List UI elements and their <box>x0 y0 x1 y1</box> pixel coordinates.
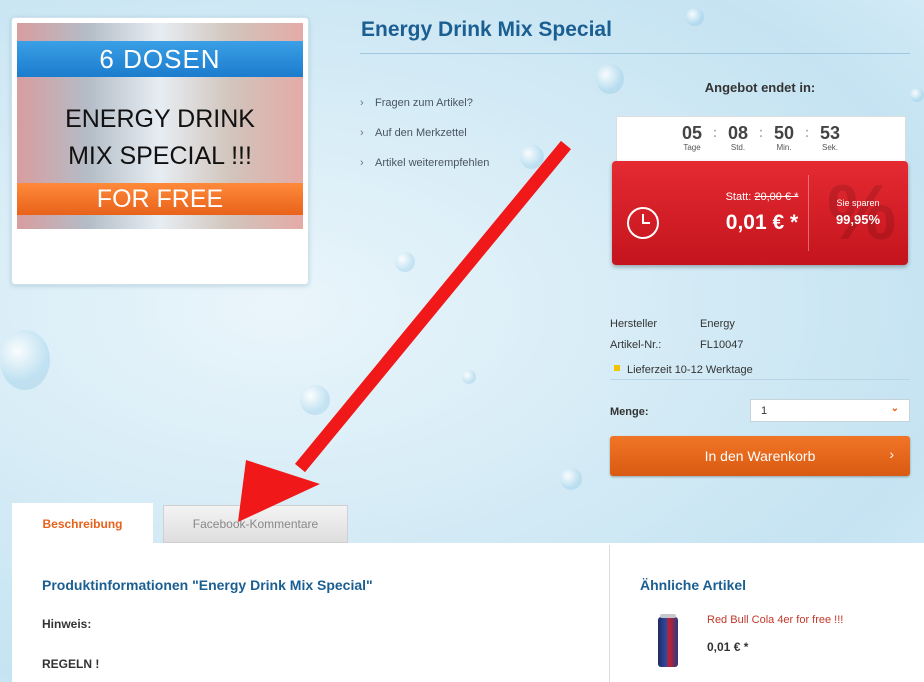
promo-headline-line1: ENERGY DRINK <box>65 105 255 133</box>
delivery-status: Lieferzeit 10-12 Werktage <box>610 361 910 380</box>
tab-description[interactable]: Beschreibung <box>12 503 153 545</box>
promo-headline: ENERGY DRINK MIX SPECIAL !!! <box>17 101 303 175</box>
product-title: Energy Drink Mix Special <box>361 18 612 41</box>
chevron-right-icon: › <box>360 127 364 139</box>
similar-product-image[interactable] <box>658 614 678 667</box>
add-to-cart-button[interactable]: In den Warenkorb › <box>610 436 910 476</box>
promo-bottom-banner: FOR FREE <box>17 183 303 215</box>
manufacturer-label: Hersteller <box>610 318 658 330</box>
old-price-value: 20,00 € * <box>754 191 799 203</box>
countdown-minutes: 50 Min. <box>764 123 804 152</box>
price-divider <box>808 175 809 251</box>
background-bubble <box>462 370 476 384</box>
product-promo-graphic: 6 DOSEN ENERGY DRINK MIX SPECIAL !!! FOR… <box>17 23 303 229</box>
tab-facebook-comments[interactable]: Facebook-Kommentare <box>163 505 348 543</box>
background-bubble <box>520 145 544 169</box>
delivery-time: Lieferzeit 10-12 Werktage <box>627 364 753 376</box>
offer-countdown: 05 Tage : 08 Std. : 50 Min. : 53 Sek. <box>616 116 906 162</box>
countdown-seconds-label: Sek. <box>821 143 838 152</box>
background-bubble <box>686 8 704 26</box>
promo-headline-line2: MIX SPECIAL !!! <box>68 142 252 170</box>
recommend-article-link[interactable]: › Artikel weiterempfehlen <box>360 148 489 178</box>
quantity-label: Menge: <box>610 406 649 418</box>
countdown-hours-label: Std. <box>730 143 746 152</box>
recommend-article-label: Artikel weiterempfehlen <box>375 157 490 169</box>
content-divider <box>609 545 610 682</box>
quantity-selected-value: 1 <box>761 404 768 417</box>
add-to-wishlist-label: Auf den Merkzettel <box>375 127 467 139</box>
savings-value: 99,95% <box>835 212 881 227</box>
countdown-days-value: 05 <box>681 123 703 143</box>
quantity-select[interactable]: 1 ⌄ <box>750 399 910 422</box>
product-image[interactable]: 6 DOSEN ENERGY DRINK MIX SPECIAL !!! FOR… <box>11 17 309 285</box>
sku-row: Artikel-Nr.: FL10047 <box>610 339 743 360</box>
ask-question-label: Fragen zum Artikel? <box>375 97 473 109</box>
hint-heading: Hinweis: <box>42 617 92 631</box>
price-box: Statt: 20,00 € * 0,01 € * % Sie sparen 9… <box>612 161 908 265</box>
background-bubble <box>910 88 924 102</box>
similar-articles-title: Ähnliche Artikel <box>640 577 747 593</box>
sku-value: FL10047 <box>700 339 744 351</box>
similar-product-price: 0,01 € * <box>707 640 749 654</box>
tab-content-panel <box>12 543 924 682</box>
old-price-prefix: Statt: <box>725 191 752 203</box>
chevron-right-icon: › <box>360 97 364 109</box>
product-action-links: › Fragen zum Artikel? › Auf den Merkzett… <box>360 88 489 178</box>
similar-product-name[interactable]: Red Bull Cola 4er for free !!! <box>707 614 843 626</box>
ask-question-link[interactable]: › Fragen zum Artikel? <box>360 88 489 118</box>
sku-label: Artikel-Nr.: <box>610 339 662 351</box>
product-meta: Hersteller Energy Artikel-Nr.: FL10047 <box>610 318 743 360</box>
countdown-hours-value: 08 <box>727 123 749 143</box>
savings-label: Sie sparen <box>836 198 880 208</box>
promo-top-banner: 6 DOSEN <box>17 41 303 77</box>
countdown-days-label: Tage <box>683 143 701 152</box>
manufacturer-value: Energy <box>700 318 735 330</box>
background-bubble <box>395 252 415 272</box>
offer-ends-heading: Angebot endet in: <box>704 80 816 95</box>
countdown-hours: 08 Std. <box>718 123 758 152</box>
chevron-right-icon: › <box>889 446 894 462</box>
background-bubble <box>560 468 582 490</box>
annotation-arrow-shaft <box>294 140 572 473</box>
chevron-right-icon: › <box>360 157 364 169</box>
product-info-title: Produktinformationen "Energy Drink Mix S… <box>42 577 373 593</box>
countdown-seconds: 53 Sek. <box>810 123 850 152</box>
background-bubble <box>300 385 330 415</box>
title-divider <box>360 53 910 54</box>
delivery-status-dot-icon <box>614 365 620 371</box>
countdown-minutes-label: Min. <box>776 143 792 152</box>
rules-text: REGELN ! <box>42 657 100 671</box>
manufacturer-row: Hersteller Energy <box>610 318 743 339</box>
background-bubble <box>0 330 50 390</box>
clock-icon <box>627 207 659 239</box>
countdown-seconds-value: 53 <box>819 123 841 143</box>
countdown-days: 05 Tage <box>672 123 712 152</box>
chevron-down-icon: ⌄ <box>890 403 899 414</box>
countdown-minutes-value: 50 <box>773 123 795 143</box>
add-to-cart-label: In den Warenkorb <box>704 448 816 464</box>
add-to-wishlist-link[interactable]: › Auf den Merkzettel <box>360 118 489 148</box>
